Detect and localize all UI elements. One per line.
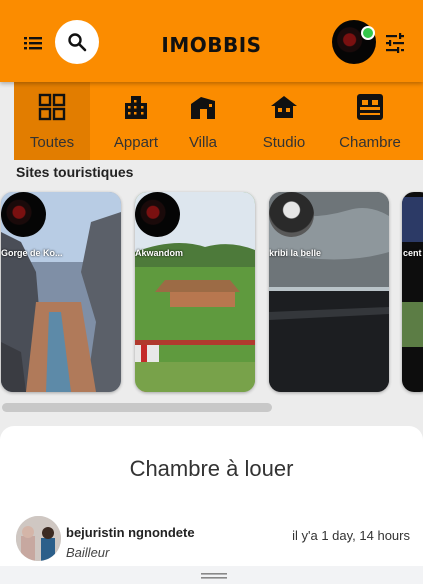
category-toutes[interactable]: Toutes	[14, 82, 90, 160]
category-villa[interactable]: Villa	[174, 82, 232, 160]
bed-icon	[357, 94, 383, 120]
apartment-icon	[125, 96, 147, 119]
site-card[interactable]: kribi la belle	[269, 192, 389, 392]
owner-photo	[16, 516, 61, 561]
site-avatar	[1, 192, 46, 237]
category-bar: Toutes Appart Villa Studio Chambre	[14, 82, 423, 160]
category-studio[interactable]: Studio	[250, 82, 318, 160]
villa-icon	[191, 97, 215, 119]
category-label: Appart	[113, 134, 159, 151]
site-caption: cent	[403, 248, 422, 258]
site-photo	[402, 192, 423, 392]
tune-icon[interactable]	[384, 32, 406, 54]
site-card[interactable]: cent	[402, 192, 423, 392]
section-title-tourist-sites: Sites touristiques	[16, 164, 134, 180]
site-caption: Akwandom	[135, 248, 184, 258]
owner-avatar[interactable]	[16, 516, 61, 561]
online-status-dot	[361, 26, 375, 40]
category-chambre[interactable]: Chambre	[332, 82, 408, 160]
site-caption: Gorge de Ko...	[1, 248, 63, 258]
site-avatar	[135, 192, 180, 237]
site-caption: kribi la belle	[269, 248, 322, 258]
owner-name: bejuristin ngnondete	[66, 525, 195, 540]
site-card[interactable]: Gorge de Ko...	[1, 192, 121, 392]
bottom-sheet-handle[interactable]	[0, 566, 423, 584]
listing-card[interactable]: Chambre à louer bejuristin ngnondete Bai…	[0, 426, 423, 584]
category-label: Chambre	[339, 134, 401, 151]
drag-handle-icon	[201, 573, 227, 579]
category-appart[interactable]: Appart	[104, 82, 168, 160]
posted-time: il y'a 1 day, 14 hours	[292, 528, 410, 543]
category-label: Villa	[188, 134, 218, 151]
site-card[interactable]: Akwandom	[135, 192, 255, 392]
horizontal-scrollbar[interactable]	[2, 403, 272, 412]
house-icon	[271, 96, 297, 118]
app-bar: IMOBBIS	[0, 0, 423, 82]
owner-role: Bailleur	[66, 545, 110, 560]
category-label: Toutes	[29, 134, 75, 151]
grid-icon	[38, 93, 66, 121]
site-avatar	[269, 192, 314, 237]
category-label: Studio	[262, 134, 306, 151]
listing-title: Chambre à louer	[129, 456, 294, 481]
